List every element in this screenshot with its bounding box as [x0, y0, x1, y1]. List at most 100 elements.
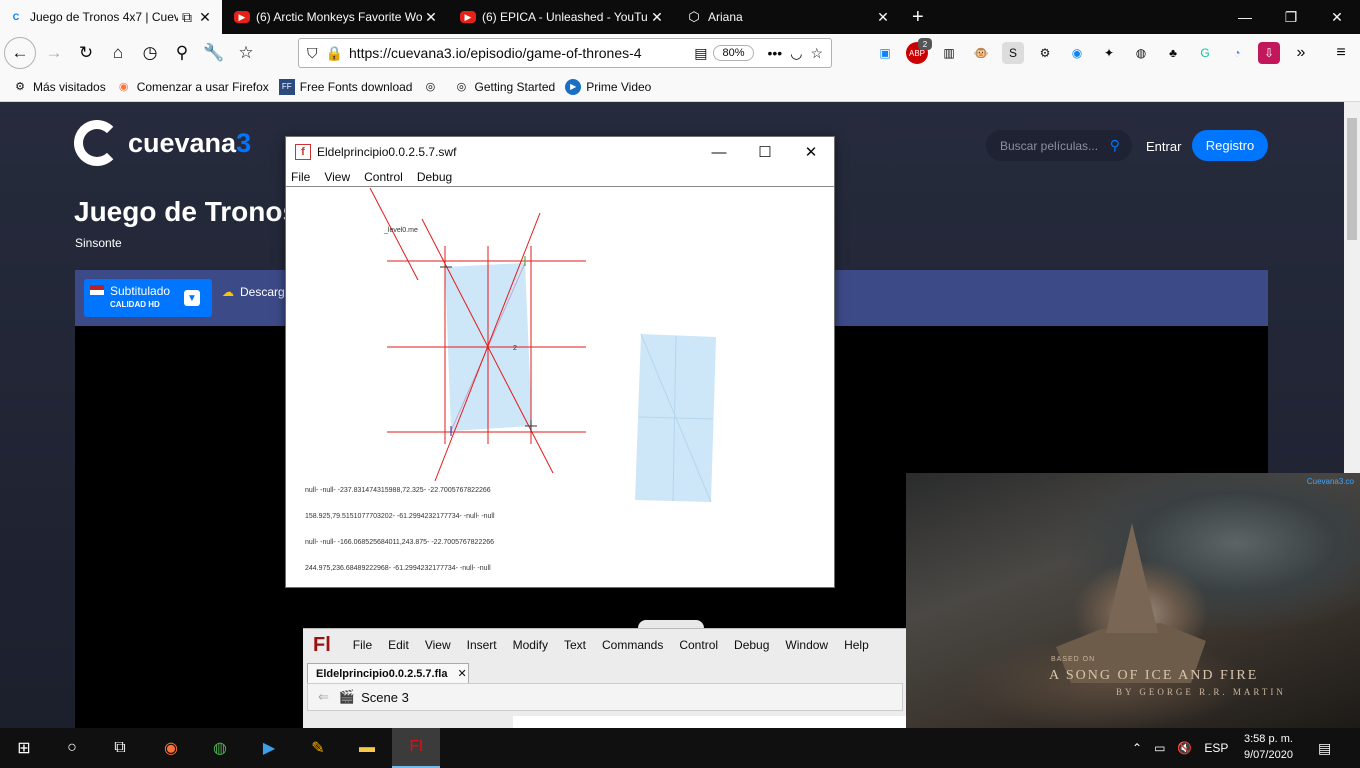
notification-icon[interactable]: ▤ — [1318, 740, 1331, 757]
document-tab[interactable]: Eldelprincipio0.0.2.5.7.fla ✕ — [307, 663, 469, 683]
tab-epica[interactable]: ▶ (6) EPICA - Unleashed - YouTub ✕ — [452, 0, 674, 34]
menu-view[interactable]: View — [425, 638, 451, 652]
shield-icon[interactable]: ⛉ — [307, 45, 318, 62]
s-ext-icon[interactable]: S — [1002, 42, 1024, 64]
menu-control[interactable]: Control — [679, 638, 718, 652]
file-explorer-icon[interactable]: ▬ — [343, 728, 391, 768]
screenshot-ext-icon[interactable]: ▣ — [874, 42, 896, 64]
restore-icon[interactable]: ❐ — [1268, 0, 1314, 34]
menu-control[interactable]: Control — [364, 170, 403, 184]
swf-title-bar[interactable]: f Eldelprincipio0.0.2.5.7.swf — ☐ ✕ — [286, 137, 834, 167]
close-tab-icon[interactable]: ✕ — [648, 9, 666, 26]
menu-debug[interactable]: Debug — [417, 170, 452, 184]
task-view-icon[interactable]: ⧉ — [96, 728, 144, 768]
overflow-chevron-icon[interactable]: » — [1290, 42, 1312, 64]
menu-debug[interactable]: Debug — [734, 638, 769, 652]
zoom-level[interactable]: 80% — [713, 45, 754, 61]
scrollbar-thumb[interactable] — [1347, 118, 1357, 240]
messenger-icon[interactable]: ◉ — [1066, 42, 1088, 64]
adblock-badge: 2 — [918, 38, 932, 50]
monkey-ext-icon[interactable]: 🐵 — [970, 42, 992, 64]
scene-label[interactable]: Scene 3 — [361, 690, 409, 705]
close-document-icon[interactable]: ✕ — [457, 667, 466, 680]
menu-help[interactable]: Help — [844, 638, 869, 652]
chrome-taskbar-icon[interactable]: ◍ — [196, 728, 244, 768]
clock[interactable]: 3:58 p. m. 9/07/2020 — [1244, 731, 1293, 763]
media-player-taskbar-icon[interactable]: ▶ — [245, 728, 293, 768]
translate-icon[interactable]: ◔ — [1226, 42, 1248, 64]
back-arrow-icon[interactable]: ⇐ — [318, 689, 329, 705]
minimize-icon[interactable]: — — [1222, 0, 1268, 34]
minimize-icon[interactable]: — — [696, 137, 742, 167]
sidebar-icon[interactable]: ▥ — [938, 42, 960, 64]
language-option-button[interactable]: Subtitulado CALIDAD HD ▼ — [84, 279, 212, 317]
tool-taskbar-icon[interactable]: ✎ — [294, 728, 342, 768]
pocket-icon[interactable]: ◡ — [790, 45, 802, 62]
tab-ariana[interactable]: ⬡ Ariana ✕ — [678, 0, 900, 34]
search-icon[interactable]: ⚲ — [166, 37, 198, 69]
firefox-taskbar-icon[interactable]: ◉ — [147, 728, 195, 768]
site-logo[interactable]: cuevana 3 — [74, 120, 251, 166]
menu-insert[interactable]: Insert — [467, 638, 497, 652]
network-icon[interactable]: ▭ — [1154, 741, 1165, 755]
search-circle-icon[interactable]: ○ — [48, 728, 96, 768]
menu-modify[interactable]: Modify — [513, 638, 548, 652]
reload-button[interactable]: ↻ — [70, 37, 102, 69]
search-icon[interactable]: ⚲ — [1110, 137, 1120, 154]
close-tab-icon[interactable]: ✕ — [196, 9, 214, 26]
chevron-up-icon[interactable]: ⌃ — [1132, 741, 1142, 755]
new-tab-button[interactable]: + — [904, 0, 928, 34]
bookmark-prime-video[interactable]: ▶ Prime Video — [565, 78, 651, 95]
site-search-input[interactable]: Buscar películas... ⚲ — [986, 130, 1132, 161]
chevron-down-icon[interactable]: ▼ — [184, 290, 200, 306]
account-icon[interactable]: ◍ — [1130, 42, 1152, 64]
close-tab-icon[interactable]: ✕ — [874, 9, 892, 26]
bookmark-globe[interactable]: ◎ — [422, 79, 443, 95]
forward-button[interactable]: → — [38, 37, 70, 69]
bird-ext-icon[interactable]: ✦ — [1098, 42, 1120, 64]
login-link[interactable]: Entrar — [1146, 139, 1181, 154]
swf-stage[interactable]: _level0.me 2 null- -null- -237.831474315… — [286, 187, 834, 587]
tree-ext-icon[interactable]: ♣ — [1162, 42, 1184, 64]
picture-in-picture-icon[interactable]: ⧉ — [178, 9, 196, 26]
url-bar[interactable]: ⛉ 🔒 https://cuevana3.io/episodio/game-of… — [298, 38, 832, 68]
bookmark-mas-visitados[interactable]: ⚙ Más visitados — [12, 79, 106, 95]
back-button[interactable]: ← — [4, 37, 36, 69]
settings-ext-icon[interactable]: ⚙ — [1034, 42, 1056, 64]
star-outline-icon[interactable]: ☆ — [230, 37, 262, 69]
history-icon[interactable]: ◷ — [134, 37, 166, 69]
firefox-icon: ◉ — [118, 81, 129, 93]
flash-taskbar-icon[interactable]: Fl — [392, 728, 440, 768]
menu-window[interactable]: Window — [785, 638, 828, 652]
close-tab-icon[interactable]: ✕ — [422, 9, 440, 26]
menu-view[interactable]: View — [324, 170, 350, 184]
bookmark-comenzar-firefox[interactable]: ◉ Comenzar a usar Firefox — [116, 79, 269, 95]
more-actions-icon[interactable]: ••• — [768, 45, 783, 61]
bookmark-getting-started[interactable]: ◎ Getting Started — [453, 79, 556, 95]
close-icon[interactable]: ✕ — [788, 137, 834, 167]
wrench-icon[interactable]: 🔧 — [198, 37, 230, 69]
home-button[interactable]: ⌂ — [102, 37, 134, 69]
menu-text[interactable]: Text — [564, 638, 586, 652]
url-text[interactable]: https://cuevana3.io/episodio/game-of-thr… — [349, 45, 694, 61]
picture-in-picture-video[interactable]: Cuevana3.co BASED ON A SONG OF ICE AND F… — [906, 473, 1360, 728]
maximize-icon[interactable]: ☐ — [742, 137, 788, 167]
menu-edit[interactable]: Edit — [388, 638, 409, 652]
download-option[interactable]: ☁ Descarga — [222, 285, 291, 299]
windows-start-icon[interactable]: ⊞ — [0, 728, 48, 768]
grammarly-icon[interactable]: G — [1194, 42, 1216, 64]
menu-file[interactable]: File — [291, 170, 310, 184]
download-ext-icon[interactable]: ⇩ — [1258, 42, 1280, 64]
volume-muted-icon[interactable]: 🔇 — [1177, 741, 1192, 755]
bookmark-star-icon[interactable]: ☆ — [810, 45, 823, 62]
menu-file[interactable]: File — [353, 638, 372, 652]
hamburger-menu-icon[interactable]: ≡ — [1330, 42, 1352, 64]
tab-arctic-monkeys[interactable]: ▶ (6) Arctic Monkeys Favorite Wo ✕ — [226, 0, 448, 34]
register-button[interactable]: Registro — [1192, 130, 1268, 161]
reader-view-icon[interactable]: ▤ — [694, 45, 707, 62]
menu-commands[interactable]: Commands — [602, 638, 663, 652]
bookmark-free-fonts[interactable]: FF Free Fonts download — [278, 78, 412, 95]
tab-cuevana[interactable]: C Juego de Tronos 4x7 | Cuevana ⧉ ✕ — [0, 0, 222, 34]
close-icon[interactable]: ✕ — [1314, 0, 1360, 34]
language-indicator[interactable]: ESP — [1204, 741, 1228, 755]
